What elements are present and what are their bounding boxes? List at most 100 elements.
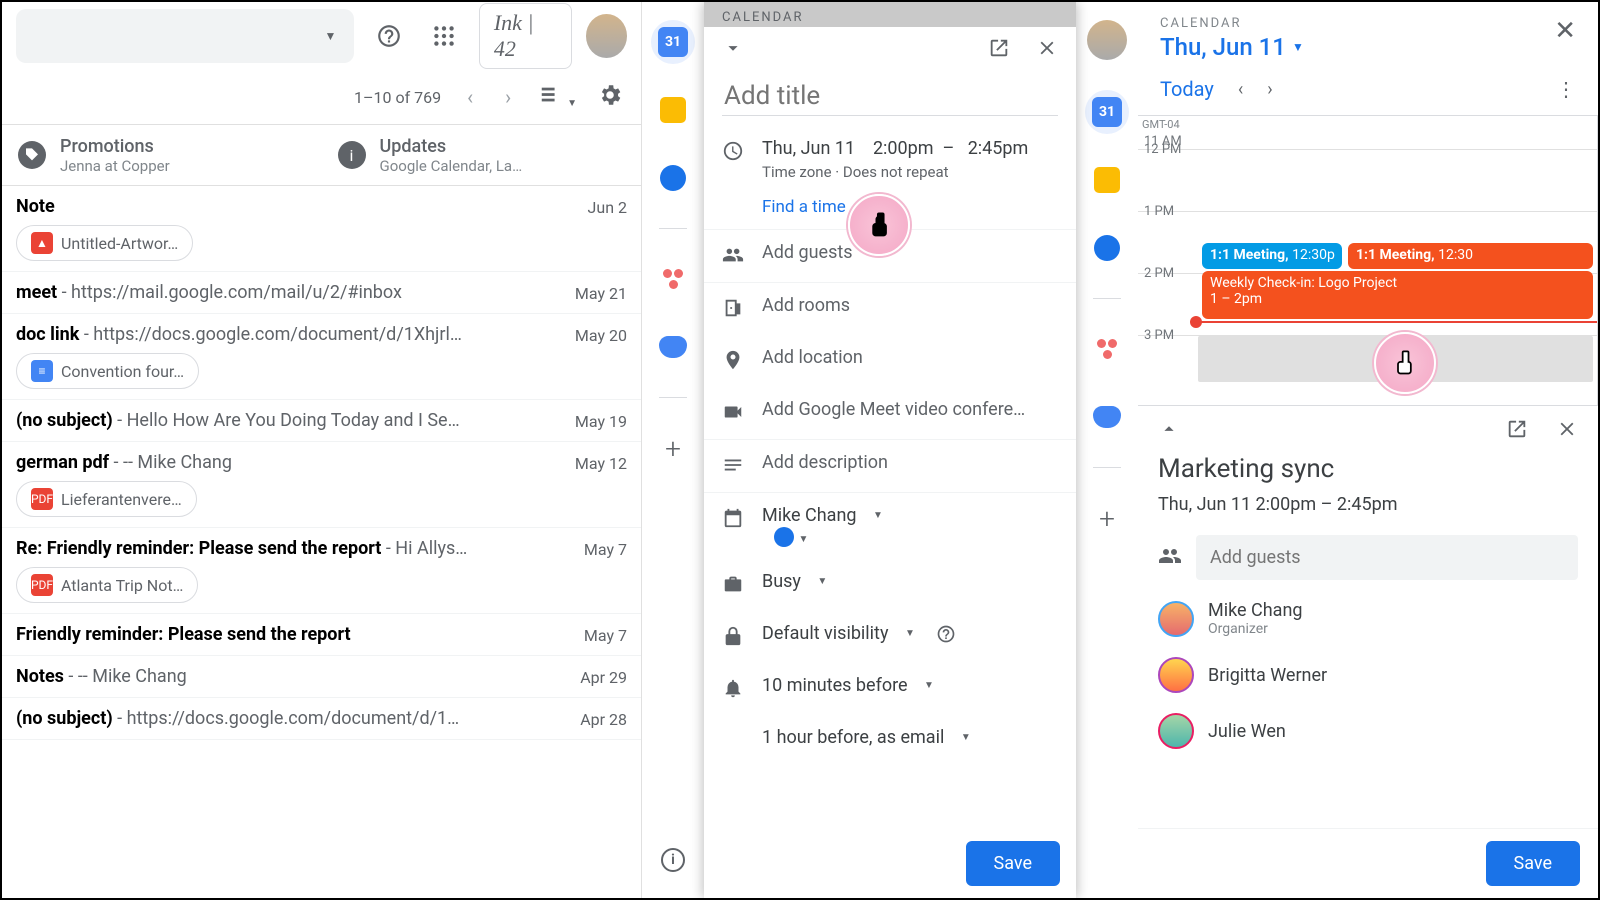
attachment-chip[interactable]: PDFAtlanta Trip Not… bbox=[16, 567, 198, 603]
expand-up-icon[interactable] bbox=[1158, 418, 1180, 444]
next-day-icon[interactable]: › bbox=[1267, 79, 1272, 100]
pdf-icon: PDF bbox=[31, 488, 53, 510]
calendar-owner-select[interactable]: Mike Chang ▼ bbox=[762, 505, 1058, 526]
add-location[interactable]: Add location bbox=[762, 347, 1058, 368]
mail-date: May 20 bbox=[575, 324, 627, 345]
mail-subject: german pdf - -- Mike Chang bbox=[16, 452, 232, 473]
event-end[interactable]: 2:45pm bbox=[968, 138, 1029, 159]
event-date[interactable]: Thu, Jun 11 bbox=[762, 138, 855, 159]
availability-select[interactable]: Busy ▼ bbox=[762, 571, 1058, 592]
open-in-new-icon[interactable] bbox=[988, 37, 1010, 63]
gmail-pane: ▼ Ink | 42 1–10 of 769 ‹ › ▼ PromotionsJ… bbox=[2, 2, 642, 898]
close-icon[interactable] bbox=[1556, 418, 1578, 444]
mail-row[interactable]: Re: Friendly reminder: Please send the r… bbox=[2, 528, 641, 614]
rail-tasks[interactable] bbox=[1085, 226, 1129, 270]
chip-label: Lieferantenvere… bbox=[61, 490, 182, 509]
keep-icon bbox=[1094, 167, 1120, 193]
mail-row[interactable]: (no subject) - Hello How Are You Doing T… bbox=[2, 400, 641, 442]
account-name[interactable]: Ink | 42 bbox=[479, 3, 572, 69]
today-button[interactable]: Today bbox=[1160, 77, 1214, 101]
rail-calendar[interactable]: 31 bbox=[1085, 90, 1129, 134]
doc-icon: ≡ bbox=[31, 360, 53, 382]
chevron-down-icon[interactable]: ▼ bbox=[798, 534, 808, 545]
tab-promotions[interactable]: PromotionsJenna at Copper bbox=[2, 125, 322, 185]
detail-save-button[interactable]: Save bbox=[1486, 841, 1581, 886]
close-icon[interactable] bbox=[1036, 37, 1058, 63]
chip-label: Untitled-Artwor… bbox=[61, 234, 178, 253]
visibility-select[interactable]: Default visibility ▼ bbox=[762, 623, 1058, 644]
collapse-icon[interactable] bbox=[722, 37, 744, 63]
mail-subject: (no subject) - https://docs.google.com/d… bbox=[16, 708, 459, 729]
label-dropdown[interactable]: ▼ bbox=[16, 9, 354, 63]
prev-page-icon[interactable]: ‹ bbox=[461, 85, 479, 109]
event-start[interactable]: 2:00pm bbox=[873, 138, 934, 159]
next-page-icon[interactable]: › bbox=[499, 85, 517, 109]
keep-icon bbox=[660, 97, 686, 123]
guest-row[interactable]: Julie Wen bbox=[1158, 713, 1578, 749]
tab-updates[interactable]: i UpdatesGoogle Calendar, La… bbox=[322, 125, 642, 185]
time-selection[interactable] bbox=[1198, 336, 1593, 382]
cloud-icon bbox=[659, 336, 687, 358]
avatar[interactable] bbox=[1087, 20, 1127, 60]
guest-row[interactable]: Brigitta Werner bbox=[1158, 657, 1578, 693]
event-1-1-meeting-b[interactable]: 1:1 Meeting, 12:30 bbox=[1348, 243, 1593, 269]
event-tz-line: Time zone · Does not repeat bbox=[762, 163, 1058, 181]
add-guests[interactable]: Add guests bbox=[762, 242, 1058, 263]
gear-icon[interactable] bbox=[597, 82, 623, 112]
mail-row[interactable]: Note▲Untitled-Artwor…Jun 2 bbox=[2, 186, 641, 272]
guest-input[interactable] bbox=[1196, 535, 1578, 580]
notification-1-select[interactable]: 10 minutes before ▼ bbox=[762, 675, 1058, 696]
apps-icon[interactable] bbox=[424, 14, 465, 58]
find-a-time-link[interactable]: Find a time bbox=[762, 197, 846, 217]
mail-row[interactable]: (no subject) - https://docs.google.com/d… bbox=[2, 698, 641, 740]
guest-row[interactable]: Mike ChangOrganizer bbox=[1158, 600, 1578, 637]
calendar-date-dropdown[interactable]: Thu, Jun 11▼ bbox=[1160, 33, 1304, 61]
plus-icon: + bbox=[1099, 502, 1115, 535]
detail-when: Thu, Jun 11 2:00pm – 2:45pm bbox=[1158, 494, 1578, 515]
mail-row[interactable]: german pdf - -- Mike Chang PDF Lieferanten… bbox=[2, 442, 641, 528]
people-icon bbox=[1158, 544, 1182, 572]
rail-calendar[interactable]: 31 bbox=[651, 20, 695, 64]
rail-tasks[interactable] bbox=[651, 156, 695, 200]
event-title-input[interactable] bbox=[722, 77, 1058, 116]
attachment-chip[interactable]: ≡Convention four… bbox=[16, 353, 199, 389]
rail-add[interactable]: + bbox=[651, 426, 695, 470]
rail-cloud[interactable] bbox=[651, 325, 695, 369]
attachment-chip[interactable]: ▲Untitled-Artwor… bbox=[16, 225, 193, 261]
event-weekly-checkin[interactable]: Weekly Check-in: Logo Project1 – 2pm bbox=[1202, 271, 1593, 319]
mail-row[interactable]: doc link - https://docs.google.com/docum… bbox=[2, 314, 641, 400]
add-description[interactable]: Add description bbox=[762, 452, 1058, 473]
pdf-icon: PDF bbox=[31, 574, 53, 596]
rail-add[interactable]: + bbox=[1085, 496, 1129, 540]
mail-subject: doc link - https://docs.google.com/docum… bbox=[16, 324, 462, 345]
rail-info[interactable]: i bbox=[651, 838, 695, 882]
side-rail-right: 31 + bbox=[1076, 2, 1138, 898]
rail-asana[interactable] bbox=[1085, 327, 1129, 371]
tag-icon bbox=[18, 141, 46, 169]
calendar-color-dot[interactable] bbox=[774, 527, 794, 547]
tasks-icon bbox=[1094, 235, 1120, 261]
rail-asana[interactable] bbox=[651, 257, 695, 301]
density-icon[interactable]: ▼ bbox=[537, 84, 577, 110]
open-in-new-icon[interactable] bbox=[1506, 418, 1528, 444]
compose-save-button[interactable]: Save bbox=[966, 841, 1061, 886]
rail-keep[interactable] bbox=[1085, 158, 1129, 202]
mail-row[interactable]: Notes - -- Mike ChangApr 29 bbox=[2, 656, 641, 698]
notification-2-select[interactable]: 1 hour before, as email ▼ bbox=[762, 727, 1058, 748]
add-meet[interactable]: Add Google Meet video confere… bbox=[762, 399, 1058, 420]
more-icon[interactable]: ⋮ bbox=[1556, 77, 1576, 101]
attachment-chip[interactable]: PDF Lieferantenvere… bbox=[16, 481, 197, 517]
help-icon[interactable] bbox=[368, 14, 409, 58]
add-rooms[interactable]: Add rooms bbox=[762, 295, 1058, 316]
tasks-icon bbox=[660, 165, 686, 191]
mail-row[interactable]: meet - https://mail.google.com/mail/u/2/… bbox=[2, 272, 641, 314]
lock-icon bbox=[722, 623, 746, 651]
close-icon[interactable]: ✕ bbox=[1554, 16, 1576, 46]
rail-cloud[interactable] bbox=[1085, 395, 1129, 439]
event-1-1-meeting-a[interactable]: 1:1 Meeting, 12:30p bbox=[1202, 243, 1342, 269]
prev-day-icon[interactable]: ‹ bbox=[1238, 79, 1243, 100]
mail-row[interactable]: Friendly reminder: Please send the repor… bbox=[2, 614, 641, 656]
rail-keep[interactable] bbox=[651, 88, 695, 132]
mail-date: May 21 bbox=[575, 282, 627, 303]
avatar[interactable] bbox=[586, 14, 627, 58]
